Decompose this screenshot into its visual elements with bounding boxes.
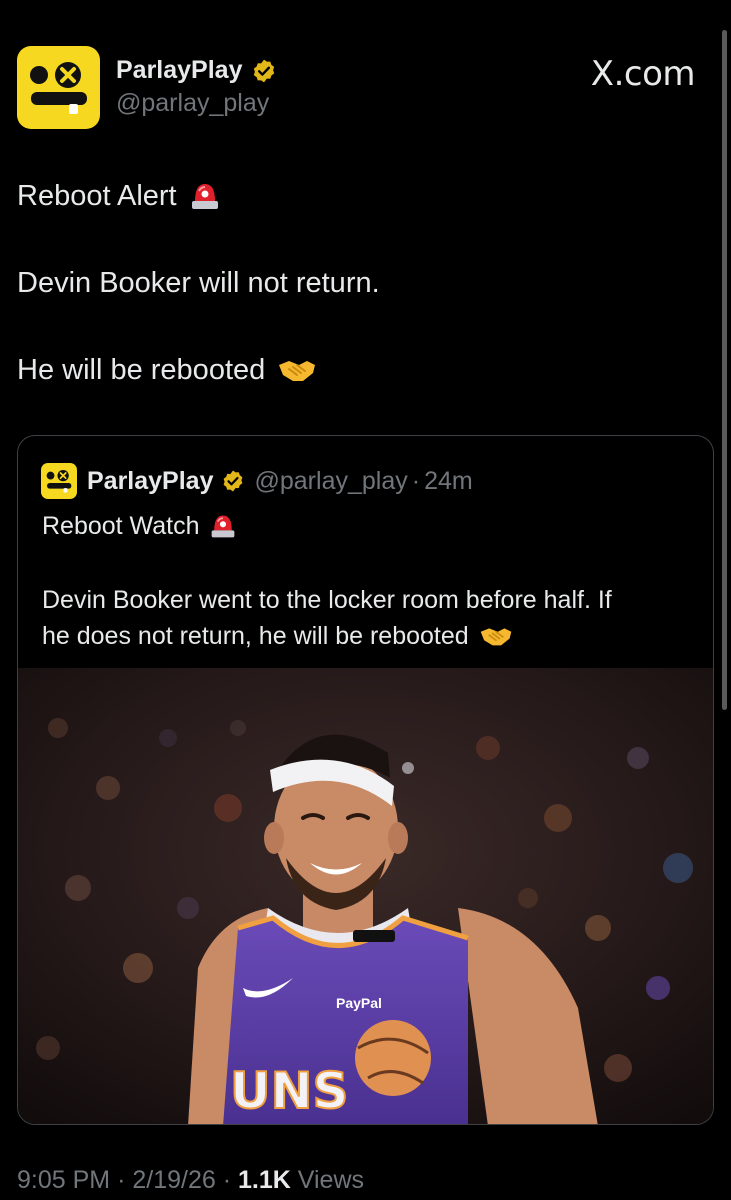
post-time[interactable]: 9:05 PM <box>17 1166 110 1194</box>
avatar[interactable] <box>17 46 100 129</box>
quote-timestamp[interactable]: 24m <box>424 467 473 496</box>
tweet-line-3: He will be rebooted <box>17 354 266 386</box>
tweet-text: Reboot Alert Devin Booker will not retur… <box>17 176 701 390</box>
display-name[interactable]: ParlayPlay <box>116 56 243 85</box>
views-label: Views <box>297 1166 365 1194</box>
tweet-line-1: Reboot Alert <box>17 180 177 212</box>
scrollbar[interactable] <box>722 30 727 710</box>
site-label: X.com <box>590 54 696 94</box>
quote-text: Reboot Watch Devin Booker went to the lo… <box>42 508 702 654</box>
tweet-footer: 9:05 PM · 2/19/26 · 1.1K Views <box>17 1166 365 1194</box>
quote-line-3: he does not return, he will be rebooted <box>42 622 469 650</box>
handle[interactable]: @parlay_play <box>116 89 277 118</box>
handshake-icon <box>279 361 316 381</box>
views-count[interactable]: 1.1K <box>238 1166 291 1194</box>
quote-display-name[interactable]: ParlayPlay <box>87 467 214 496</box>
police-light-icon <box>191 184 218 209</box>
police-light-icon <box>212 515 235 538</box>
jersey-sponsor: PayPal <box>336 995 382 1011</box>
jersey-text: UNS <box>230 1062 348 1120</box>
tweet-screenshot: ParlayPlay @parlay_play X.com Reboot Ale… <box>0 0 731 1200</box>
verified-badge-icon <box>223 470 242 492</box>
quote-handle[interactable]: @parlay_play <box>255 467 408 496</box>
post-date[interactable]: 2/19/26 <box>132 1166 215 1194</box>
quoted-tweet[interactable]: ParlayPlay @parlay_play · 24m Reboot Wat… <box>17 435 714 1125</box>
verified-badge-icon <box>253 59 274 82</box>
tweet-header: ParlayPlay @parlay_play X.com <box>17 46 701 130</box>
separator-dot: · <box>411 466 421 495</box>
quote-line-1: Reboot Watch <box>42 512 200 540</box>
quote-avatar[interactable] <box>41 463 77 499</box>
tweet-photo[interactable]: PayPal UNS <box>18 668 713 1124</box>
handshake-icon <box>480 628 511 646</box>
tweet-line-2: Devin Booker will not return. <box>17 267 380 299</box>
quote-line-2: Devin Booker went to the locker room bef… <box>42 586 612 614</box>
